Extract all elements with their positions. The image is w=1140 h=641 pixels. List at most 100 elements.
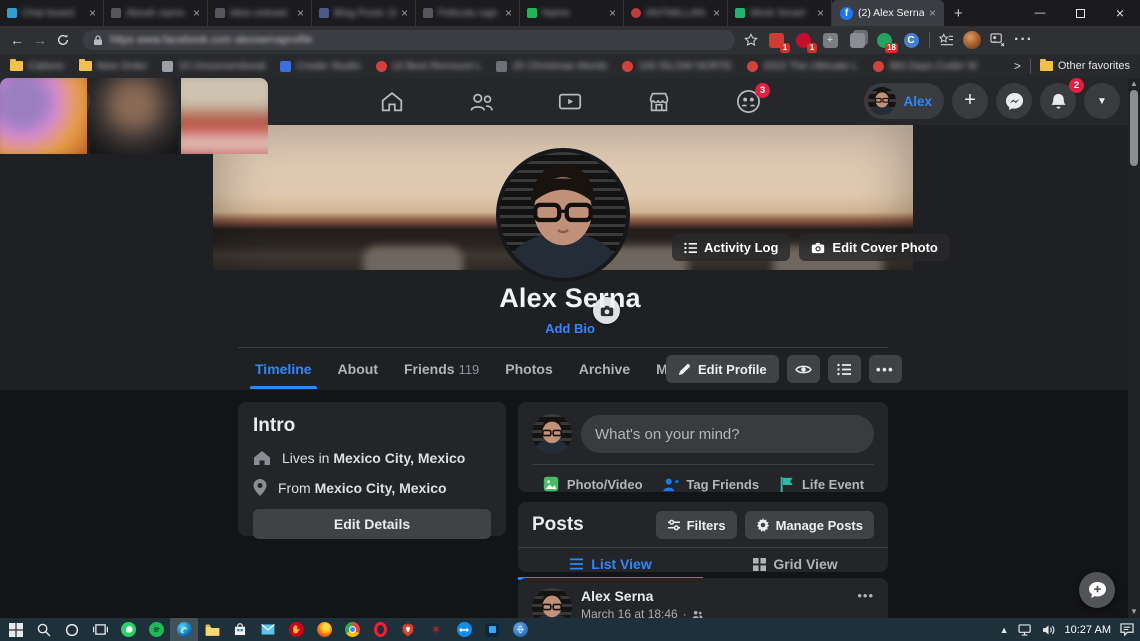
bookmark-item[interactable]: Create Studio <box>280 60 360 72</box>
more-options-button[interactable]: ••• <box>869 355 902 383</box>
extension-stack[interactable] <box>848 31 866 49</box>
browser-tab-2[interactable]: Akeah samo× <box>104 0 208 26</box>
start-button[interactable] <box>2 618 30 641</box>
avatar[interactable] <box>532 414 572 454</box>
edit-cover-photo-button[interactable]: Edit Cover Photo <box>799 234 949 261</box>
cortana-button[interactable] <box>58 618 86 641</box>
tab-close-icon[interactable]: × <box>297 7 304 19</box>
taskbar-clock[interactable]: 10:27 AM <box>1065 624 1111 636</box>
file-explorer-taskbar-icon[interactable] <box>198 618 226 641</box>
bookmark-item[interactable]: 20 Christmas Words <box>496 60 607 72</box>
grid-view-tab[interactable]: Grid View <box>703 548 888 580</box>
profile-chip[interactable]: Alex <box>864 83 944 119</box>
account-menu-button[interactable]: ▼ <box>1084 83 1120 119</box>
spotify-taskbar-icon[interactable] <box>142 618 170 641</box>
browser-tab-4[interactable]: Blog Posts 11× <box>312 0 416 26</box>
tab-close-icon[interactable]: × <box>505 7 512 19</box>
add-bio-link[interactable]: Add Bio <box>0 321 1140 336</box>
tab-close-icon[interactable]: × <box>609 7 616 19</box>
tab-close-icon[interactable]: × <box>929 7 936 19</box>
tab-photos[interactable]: Photos <box>492 349 565 389</box>
tab-about[interactable]: About <box>325 349 391 389</box>
tab-timeline[interactable]: Timeline <box>242 349 325 389</box>
bookmark-item[interactable]: 100 SILOW NORTE <box>622 60 732 72</box>
life-event-button[interactable]: Life Event <box>779 476 864 493</box>
post-author-avatar[interactable] <box>532 588 572 618</box>
home-tab[interactable] <box>378 88 406 116</box>
tab-close-icon[interactable]: × <box>817 7 824 19</box>
bookmark-item[interactable]: Cations <box>10 60 64 72</box>
tab-archive[interactable]: Archive <box>566 349 643 389</box>
site-info-icon[interactable] <box>93 35 103 46</box>
forward-button[interactable]: → <box>33 33 47 47</box>
bookmark-item[interactable]: 365 Days Coder W <box>873 60 978 72</box>
bookmark-item[interactable]: 10 Unconventional <box>162 60 265 72</box>
browser-tab-6[interactable]: Name× <box>520 0 624 26</box>
friends-tab[interactable] <box>467 88 495 116</box>
collections-icon[interactable] <box>939 33 954 47</box>
post-timestamp[interactable]: March 16 at 18:46· <box>581 607 848 618</box>
tab-close-icon[interactable]: × <box>193 7 200 19</box>
profile-picture[interactable] <box>496 148 630 282</box>
extension-colorzilla[interactable]: C <box>902 31 920 49</box>
share-person-icon[interactable] <box>990 33 1005 47</box>
tab-close-icon[interactable]: × <box>713 7 720 19</box>
extension-adblock[interactable]: 1 <box>794 31 812 49</box>
post-menu-icon[interactable]: ••• <box>857 588 874 618</box>
tab-close-icon[interactable]: × <box>89 7 96 19</box>
back-button[interactable]: ← <box>10 33 24 47</box>
bookmark-item[interactable]: New Order <box>79 60 148 72</box>
extension-green[interactable]: 18 <box>875 31 893 49</box>
post-author[interactable]: Alex Serna <box>581 588 848 604</box>
taskbar-search-button[interactable] <box>30 618 58 641</box>
firefox-taskbar-icon[interactable] <box>310 618 338 641</box>
tray-expand-chevron[interactable]: ▲ <box>1000 625 1009 635</box>
manage-posts-button[interactable]: Manage Posts <box>745 511 874 539</box>
scrollbar-thumb[interactable] <box>1130 90 1138 166</box>
scroll-up-arrow[interactable]: ▲ <box>1130 80 1138 88</box>
filters-button[interactable]: Filters <box>656 511 737 539</box>
task-view-button[interactable] <box>86 618 114 641</box>
active-tab-facebook[interactable]: f (2) Alex Serna × <box>832 0 944 26</box>
browser-profile-avatar[interactable] <box>963 31 981 49</box>
minimize-button[interactable]: — <box>1020 0 1060 26</box>
view-as-button[interactable] <box>787 355 820 383</box>
edit-details-button[interactable]: Edit Details <box>253 509 491 539</box>
address-bar[interactable]: https www.facebook.com alexsernaprofile <box>83 30 735 50</box>
extension-red-grid[interactable]: 1 <box>767 31 785 49</box>
new-message-fab[interactable] <box>1079 572 1115 608</box>
browser-tab-8[interactable]: Work Smart× <box>728 0 832 26</box>
marketplace-tab[interactable] <box>645 88 673 116</box>
browser-tab-3[interactable]: Idea veteast× <box>208 0 312 26</box>
chrome-taskbar-icon[interactable] <box>338 618 366 641</box>
bookmark-item[interactable]: 14 Best Remount L <box>376 60 482 72</box>
brave-taskbar-icon[interactable] <box>394 618 422 641</box>
browser-tab-5[interactable]: Pelicula capi× <box>416 0 520 26</box>
messenger-button[interactable] <box>996 83 1032 119</box>
network-icon[interactable] <box>1018 624 1033 636</box>
edit-profile-button[interactable]: Edit Profile <box>666 355 779 383</box>
maximize-button[interactable] <box>1060 0 1100 26</box>
browser-menu-icon[interactable]: ··· <box>1014 31 1033 49</box>
opera-taskbar-icon[interactable] <box>366 618 394 641</box>
bookmark-item[interactable]: 2022 The Ultimate L <box>747 60 857 72</box>
tab-friends[interactable]: Friends119 <box>391 349 492 389</box>
create-button[interactable]: + <box>952 83 988 119</box>
bookmarks-overflow-chevron[interactable]: > <box>1014 59 1021 73</box>
new-tab-button[interactable]: + <box>954 6 963 21</box>
page-scrollbar[interactable]: ▲ ▼ <box>1128 78 1140 618</box>
action-center-icon[interactable] <box>1120 623 1134 636</box>
teamviewer-taskbar-icon[interactable] <box>450 618 478 641</box>
status-input[interactable]: What's on your mind? <box>581 415 874 453</box>
list-view-tab[interactable]: List View <box>518 548 703 580</box>
close-button[interactable]: × <box>1100 0 1140 26</box>
groups-tab[interactable]: 3 <box>734 88 762 116</box>
whatsapp-taskbar-icon[interactable] <box>114 618 142 641</box>
tag-friends-button[interactable]: Tag Friends <box>662 476 759 493</box>
watch-tab[interactable] <box>556 88 584 116</box>
globe-app-taskbar-icon[interactable] <box>506 618 534 641</box>
refresh-button[interactable] <box>56 33 70 47</box>
notifications-button[interactable]: 2 <box>1040 83 1076 119</box>
mail-taskbar-icon[interactable] <box>254 618 282 641</box>
red-star-app-icon[interactable]: ✶ <box>422 618 450 641</box>
